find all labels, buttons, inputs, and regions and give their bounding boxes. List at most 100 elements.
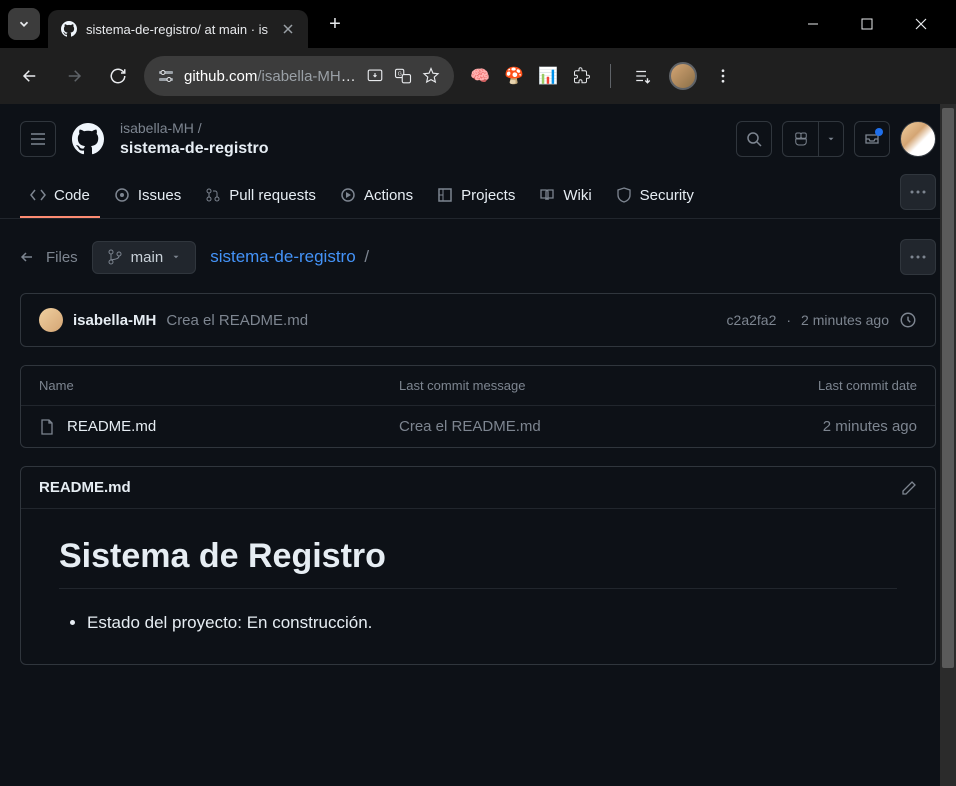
latest-commit[interactable]: isabella-MH Crea el README.md c2a2fa2 · … [20, 293, 936, 347]
install-app-icon[interactable] [366, 67, 384, 85]
kebab-icon [714, 67, 732, 85]
tab-code[interactable]: Code [20, 175, 100, 218]
readme-heading: Sistema de Registro [59, 537, 897, 589]
close-icon [914, 17, 928, 31]
github-mark-icon [72, 123, 104, 155]
inbox-icon [864, 131, 880, 147]
bookmark-star-icon[interactable] [422, 67, 440, 85]
extensions-menu[interactable] [568, 62, 596, 90]
tab-security[interactable]: Security [606, 175, 704, 218]
pencil-icon [901, 480, 917, 496]
tab-actions[interactable]: Actions [330, 175, 423, 218]
caret-down-icon [171, 252, 181, 262]
content-header: Files main sistema-de-registro / [20, 239, 936, 275]
shield-icon [616, 187, 632, 203]
user-avatar[interactable] [900, 121, 936, 157]
file-row[interactable]: README.md Crea el README.md 2 minutes ag… [21, 406, 935, 447]
repo-owner-link[interactable]: isabella-MH / [120, 120, 269, 138]
chevron-down-icon [17, 17, 31, 31]
commit-author-avatar [39, 308, 63, 332]
tab-title: sistema-de-registro/ at main · is [86, 22, 272, 37]
play-icon [340, 187, 356, 203]
readme-header: README.md [21, 467, 935, 509]
project-icon [437, 187, 453, 203]
window-controls [798, 9, 948, 39]
repo-nav-more[interactable] [900, 174, 936, 210]
tab-search-dropdown[interactable] [8, 8, 40, 40]
github-header: isabella-MH / sistema-de-registro [0, 104, 956, 174]
window-close-button[interactable] [906, 9, 936, 39]
address-bar[interactable]: github.com/isabella-MH/sistema-... G [144, 56, 454, 96]
reload-button[interactable] [100, 58, 136, 94]
close-icon [282, 23, 294, 35]
inbox-button[interactable] [854, 121, 890, 157]
maximize-icon [861, 18, 873, 30]
commit-meta: c2a2fa2 · 2 minutes ago [727, 311, 917, 329]
minimize-button[interactable] [798, 9, 828, 39]
browser-tab[interactable]: sistema-de-registro/ at main · is [48, 10, 308, 48]
breadcrumb-root[interactable]: sistema-de-registro [210, 247, 356, 266]
playlist-icon [634, 67, 652, 85]
file-table-header: Name Last commit message Last commit dat… [21, 366, 935, 406]
extension-2[interactable]: 🍄 [500, 62, 528, 90]
minimize-icon [807, 18, 819, 30]
commit-sha[interactable]: c2a2fa2 [727, 312, 777, 328]
col-date: Last commit date [757, 378, 917, 393]
chrome-menu-button[interactable] [705, 58, 741, 94]
tab-wiki[interactable]: Wiki [529, 175, 601, 218]
reading-list-button[interactable] [625, 58, 661, 94]
url-text: github.com/isabella-MH/sistema-... [184, 68, 356, 85]
git-branch-icon [107, 249, 123, 265]
history-icon[interactable] [899, 311, 917, 329]
caret-down-icon [826, 134, 836, 144]
tab-close-button[interactable] [280, 21, 296, 37]
tab-pull-requests[interactable]: Pull requests [195, 175, 326, 218]
search-icon [746, 131, 762, 147]
extension-1[interactable]: 🧠 [466, 62, 494, 90]
branch-selector[interactable]: main [92, 241, 197, 274]
profile-avatar[interactable] [669, 62, 697, 90]
github-favicon-icon [60, 20, 78, 38]
readme-filename[interactable]: README.md [39, 479, 131, 496]
copilot-icon [792, 130, 810, 148]
tab-issues[interactable]: Issues [104, 175, 191, 218]
path-breadcrumb: sistema-de-registro / [210, 247, 373, 267]
book-icon [539, 187, 555, 203]
github-logo[interactable] [70, 121, 106, 157]
hamburger-icon [30, 131, 46, 147]
browser-titlebar: sistema-de-registro/ at main · is + [0, 0, 956, 48]
arrow-left-icon [20, 249, 36, 265]
file-icon [39, 419, 55, 435]
readme-panel: README.md Sistema de Registro Estado del… [20, 466, 936, 665]
search-button[interactable] [736, 121, 772, 157]
commit-message[interactable]: Crea el README.md [166, 312, 308, 329]
file-table: Name Last commit message Last commit dat… [20, 365, 936, 448]
extension-icons: 🧠 🍄 📊 [466, 62, 596, 90]
content-more-button[interactable] [900, 239, 936, 275]
commit-author[interactable]: isabella-MH [73, 312, 156, 329]
repo-content: Files main sistema-de-registro / isabell… [0, 219, 956, 685]
extension-3[interactable]: 📊 [534, 62, 562, 90]
issue-icon [114, 187, 130, 203]
repo-name-link[interactable]: sistema-de-registro [120, 140, 269, 158]
edit-readme-button[interactable] [901, 480, 917, 496]
maximize-button[interactable] [852, 9, 882, 39]
tab-projects[interactable]: Projects [427, 175, 525, 218]
toolbar-divider [610, 64, 611, 88]
browser-toolbar: github.com/isabella-MH/sistema-... G 🧠 🍄… [0, 48, 956, 104]
file-name: README.md [67, 418, 156, 435]
translate-icon[interactable]: G [394, 67, 412, 85]
files-back-link[interactable]: Files [20, 249, 78, 266]
copilot-button[interactable] [782, 121, 844, 157]
back-button[interactable] [12, 58, 48, 94]
forward-button[interactable] [56, 58, 92, 94]
reload-icon [109, 67, 127, 85]
file-commit-msg[interactable]: Crea el README.md [399, 418, 757, 435]
kebab-horizontal-icon [910, 190, 926, 194]
col-message: Last commit message [399, 378, 757, 393]
new-tab-button[interactable]: + [320, 9, 350, 39]
code-icon [30, 187, 46, 203]
global-nav-button[interactable] [20, 121, 56, 157]
file-commit-date: 2 minutes ago [757, 418, 917, 435]
scrollbar-thumb[interactable] [942, 108, 954, 668]
